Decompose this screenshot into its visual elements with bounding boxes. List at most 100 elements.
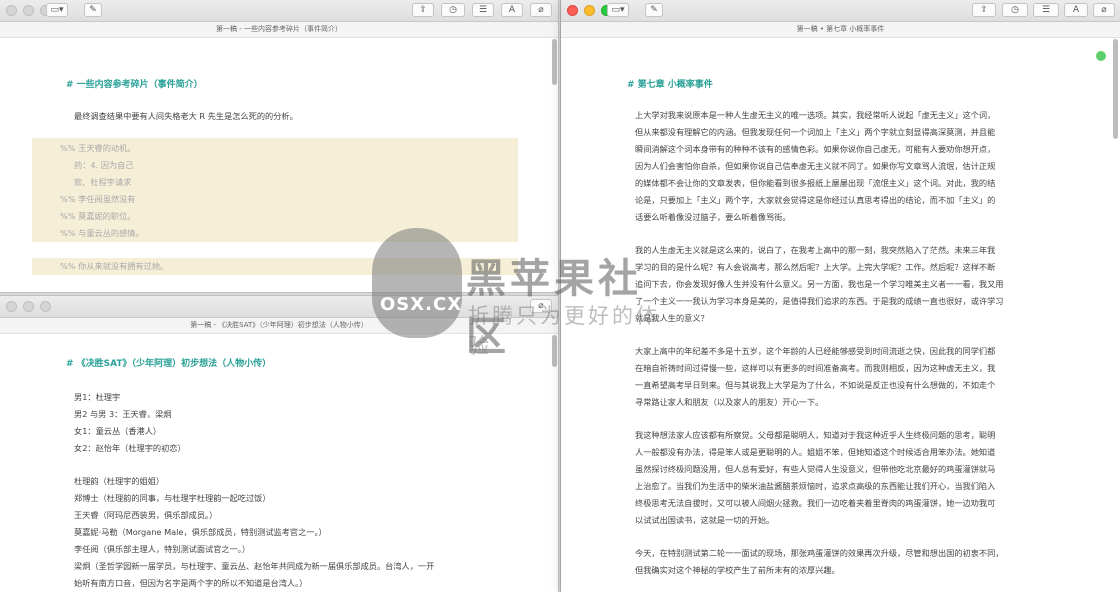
minimize-button[interactable] bbox=[23, 301, 34, 312]
editor-content[interactable]: # 第七章 小概率事件 上大学对我来说原本是一种人生虚无主义的唯一选项。其实，我… bbox=[561, 37, 1120, 592]
list-button[interactable]: ☰ bbox=[1033, 3, 1059, 17]
close-button[interactable] bbox=[6, 301, 17, 312]
list-icon: ☰ bbox=[478, 5, 488, 15]
close-button[interactable] bbox=[6, 5, 17, 16]
status-indicator-icon bbox=[1096, 51, 1106, 61]
editor-window-chapter[interactable]: ▭▾ ✎ ⇪ ◷ ☰ A ⌀ 第一稿 • 第七章 小概率事件 # 第七章 小概率… bbox=[561, 0, 1120, 592]
font-icon: A bbox=[1072, 5, 1080, 15]
compose-button[interactable]: ✎ bbox=[645, 3, 663, 17]
window-toolbar: ▭▾ ✎ ⇪ ◷ ☰ A ⌀ bbox=[0, 0, 558, 22]
paragraph-line: 女1：童云丛（香港人） bbox=[74, 426, 162, 436]
editor-window-characters[interactable]: ⌀ 第一稿 - 《决胜SAT》（少年阿理）初步想法（人物小传） # 《决胜SAT… bbox=[0, 296, 558, 592]
font-icon: A bbox=[508, 5, 516, 15]
scrollbar[interactable] bbox=[1113, 39, 1118, 139]
compose-icon: ✎ bbox=[650, 5, 658, 15]
paragraph-line: 论是，只要加上「主义」两个字，大家就会觉得这是你经过认真思考得出的结论，而不加「… bbox=[635, 195, 996, 205]
sidebar-icon: ▭▾ bbox=[50, 5, 64, 15]
paragraph-line: 杜理韵（杜理宇的姐姐） bbox=[74, 476, 165, 486]
paragraph-line: 的媒体都不会让你的文章发表，但你能看到很多报纸上屡屡出现「流氓主义」这个词。对此… bbox=[635, 178, 996, 188]
paragraph-line: 一直希望高考早日到来。但与其说我上大学是为了什么，不如说是反正也没有什么想做的，… bbox=[635, 380, 996, 390]
paragraph-line: 追问下去，你会发现好像人生并没有什么意义。另一方面，我也是一个学习唯美主义者一一… bbox=[635, 279, 1004, 289]
attach-button[interactable]: ⌀ bbox=[530, 3, 552, 17]
paragraph-line: 今天，在特别测试第二轮一一面试的现场，那张鸡蛋灌饼的效果再次升级，尽管和想出国的… bbox=[635, 548, 1004, 558]
paragraph-line: 我的人生虚无主义就是这么来的，说白了，在我考上高中的那一刻，我突然陷入了茫然。未… bbox=[635, 245, 996, 255]
clock-icon: ◷ bbox=[449, 5, 457, 15]
paragraph-line: 梁炯（圣哲学园新一届学员，与杜理宇、童云丛、赵怡年共同成为新一届俱乐部成员。台湾… bbox=[74, 561, 435, 571]
font-button[interactable]: A bbox=[501, 3, 523, 17]
paragraph-line: 话要么听着像没过脑子，要么听着像骂街。 bbox=[635, 212, 791, 222]
section-heading: # 《决胜SAT》（少年阿理）初步想法（人物小传） bbox=[66, 359, 272, 369]
sidebar-icon: ▭▾ bbox=[611, 5, 625, 15]
paragraph-line: 就是我人生的意义？ bbox=[635, 313, 709, 323]
paragraph-line: 在暗自祈祷时间过得慢一些，这样可以有更多的时间准备高考。而我则相反，因为这种虚无… bbox=[635, 363, 996, 373]
paragraph-line: 上治愈了。当我们为生活中的柴米油盐酱醋茶烦恼时，追求点高级的东西能让我们开心，当… bbox=[635, 481, 996, 491]
document-title: 第一稿 • 第七章 小概率事件 bbox=[561, 22, 1120, 38]
paragraph-line: 寻常路让家人和朋友（以及家人的朋友）开心一下。 bbox=[635, 397, 824, 407]
minimize-button[interactable] bbox=[23, 5, 34, 16]
editor-window-fragments[interactable]: ▭▾ ✎ ⇪ ◷ ☰ A ⌀ 第一稿 - 一些内容参考碎片（事件简介） # 一些… bbox=[0, 0, 558, 292]
editor-content[interactable]: # 一些内容参考碎片（事件简介） 最终调查结果中要有人间失格老大 R 先生是怎么… bbox=[0, 37, 558, 292]
paragraph-line: 终极思考无法自拔时，又可以被人间烟火拯救。我们一边吃着夹着里脊肉的鸡蛋灌饼，她一… bbox=[635, 498, 996, 508]
paragraph-line: 了一个主义一一我认为学习本身是美的，是值得我们追求的东西。于是我的成绩一直也很好… bbox=[635, 296, 1004, 306]
share-button[interactable]: ⇪ bbox=[972, 3, 996, 17]
share-icon: ⇪ bbox=[419, 5, 427, 15]
paragraph-line: 男2 与男 3：王天睿，梁炯 bbox=[74, 409, 172, 419]
window-toolbar: ⌀ bbox=[0, 296, 558, 318]
comment-line: 款、杜程宇请求 bbox=[74, 177, 132, 187]
minimize-button[interactable] bbox=[584, 5, 595, 16]
paragraph-line: 始听有南方口音，但因为名字是两个字的所以不知道是台湾人。） bbox=[74, 578, 308, 588]
comment-line: %% 莫嘉妮的职位。 bbox=[60, 211, 136, 221]
paragraph-line: 以试试出国读书，这就是一切的开始。 bbox=[635, 515, 775, 525]
document-title: 第一稿 - 《决胜SAT》（少年阿理）初步想法（人物小传） bbox=[0, 318, 558, 334]
editor-content[interactable]: # 《决胜SAT》（少年阿理）初步想法（人物小传） 男1：杜理宇 男2 与男 3… bbox=[0, 333, 558, 592]
attach-icon: ⌀ bbox=[1101, 5, 1107, 15]
close-button[interactable] bbox=[567, 5, 578, 16]
paragraph-line: 但我确实对这个神秘的学校产生了前所未有的浓厚兴趣。 bbox=[635, 565, 840, 575]
share-button[interactable]: ⇪ bbox=[412, 3, 434, 17]
attach-button[interactable]: ⌀ bbox=[1093, 3, 1115, 17]
comment-line: %% 王天睿的动机。 bbox=[60, 143, 136, 153]
list-icon: ☰ bbox=[1041, 5, 1051, 15]
clock-button[interactable]: ◷ bbox=[1002, 3, 1028, 17]
font-button[interactable]: A bbox=[1064, 3, 1088, 17]
zoom-button[interactable] bbox=[40, 301, 51, 312]
paragraph-line: 男1：杜理宇 bbox=[74, 392, 121, 402]
paragraph-line: 女2：赵怡年（杜理宇的初恋） bbox=[74, 443, 186, 453]
attach-icon: ⌀ bbox=[538, 5, 544, 15]
paragraph-line: 郑博士（杜理韵的同事，与杜理宇杜理韵一起吃过饭） bbox=[74, 493, 271, 503]
window-toolbar: ▭▾ ✎ ⇪ ◷ ☰ A ⌀ bbox=[561, 0, 1120, 22]
list-button[interactable]: ☰ bbox=[472, 3, 494, 17]
paragraph-line: 莫嘉妮·马勒（Morgane Male，俱乐部成员，特别测试监考官之一。） bbox=[74, 527, 327, 537]
comment-line: 药：4. 因为自己 bbox=[74, 160, 134, 170]
chapter-heading: # 第七章 小概率事件 bbox=[627, 80, 713, 90]
document-title: 第一稿 - 一些内容参考碎片（事件简介） bbox=[0, 22, 558, 38]
compose-icon: ✎ bbox=[89, 5, 97, 15]
clock-icon: ◷ bbox=[1011, 5, 1019, 15]
attach-icon: ⌀ bbox=[538, 301, 544, 311]
paragraph-line: 大家上高中的年纪差不多是十五岁，这个年龄的人已经能够感受到时间流逝之快，因此我的… bbox=[635, 346, 996, 356]
traffic-lights bbox=[6, 301, 51, 312]
scrollbar[interactable] bbox=[552, 39, 557, 85]
clock-button[interactable]: ◷ bbox=[441, 3, 465, 17]
comment-line: %% 李任阅虽然没有 bbox=[60, 194, 136, 204]
paragraph-line: 瞬间消解这个词本身带有的种种不该有的感情色彩。如果你说你自己虚无，可能有人要劝你… bbox=[635, 144, 996, 154]
paragraph-line: 但从来都没有理解它的内涵。但我发现任何一个词加上「主义」两个字就立刻显得高深莫测… bbox=[635, 127, 996, 137]
paragraph-line: 虽然探讨终极问题没用，但人总有爱好，有些人觉得人生没意义，但带他吃北京最好的鸡蛋… bbox=[635, 464, 996, 474]
sidebar-toggle-button[interactable]: ▭▾ bbox=[46, 3, 68, 17]
paragraph-line: 李任阅（俱乐部主理人，特别测试面试官之一。） bbox=[74, 544, 251, 554]
paragraph-line: 王天睿（阿玛尼西装男，俱乐部成员。） bbox=[74, 510, 218, 520]
traffic-lights bbox=[6, 5, 51, 16]
sidebar-toggle-button[interactable]: ▭▾ bbox=[607, 3, 629, 17]
comment-line: %% 与童云丛的感情。 bbox=[60, 228, 144, 238]
paragraph-line: 人一般都没有办法，得是笨人或是更聪明的人。姐姐不笨，但她知道这个时候适合用笨办法… bbox=[635, 447, 996, 457]
paragraph-line: 上大学对我来说原本是一种人生虚无主义的唯一选项。其实，我经常听人说起「虚无主义」… bbox=[635, 110, 996, 120]
paragraph-line: 学习的目的是什么呢？有人会说高考，那么然后呢？上大学。上完大学呢？工作。然后呢？… bbox=[635, 262, 996, 272]
attach-button[interactable]: ⌀ bbox=[530, 299, 552, 313]
scrollbar[interactable] bbox=[552, 335, 557, 367]
share-icon: ⇪ bbox=[980, 5, 988, 15]
compose-button[interactable]: ✎ bbox=[84, 3, 102, 17]
comment-line: %% 你从来就没有拥有过她。 bbox=[60, 261, 169, 271]
paragraph-line: 因为人们会害怕你自杀，但如果你说自己信奉虚无主义就不同了。如果你写文章骂人流氓，… bbox=[635, 161, 996, 171]
traffic-lights bbox=[567, 5, 612, 16]
paragraph-line: 我这种想法家人应该都有所察觉。父母都是聪明人，知道对于我这种近乎人生终极问题的思… bbox=[635, 430, 996, 440]
